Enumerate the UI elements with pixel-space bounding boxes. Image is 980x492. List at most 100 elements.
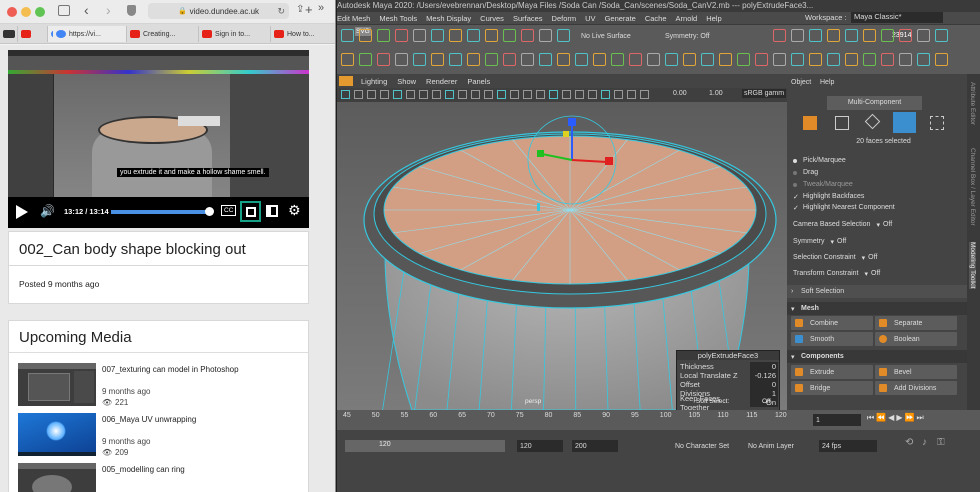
viewport-tool-icon[interactable] [497,90,506,99]
separate-button[interactable]: Separate [875,316,957,330]
shelf-tool-icon[interactable] [755,53,768,66]
menu-surfaces[interactable]: Surfaces [513,14,543,23]
shelf-tool-icon[interactable] [935,29,948,42]
viewport-tool-icon[interactable] [588,90,597,99]
share-icon[interactable]: ⇪ [296,4,304,15]
shelf-tool-icon[interactable] [773,29,786,42]
forward-icon[interactable]: › [106,2,111,18]
symmetry-option[interactable]: Symmetry ▾ Off [793,235,846,248]
anim-end-field[interactable]: 200 [572,440,618,452]
perspective-viewport[interactable]: polyExtrudeFace3 Thickness 0 Local Transl… [337,102,787,410]
new-tab-icon[interactable]: + [305,2,313,17]
shelf-tool-icon[interactable] [503,53,516,66]
anim-layer-select[interactable]: No Anim Layer [745,440,805,452]
shelf-tool-icon[interactable] [827,29,840,42]
shelf-tool-icon[interactable] [377,29,390,42]
shelf-tool-icon[interactable] [377,53,390,66]
shelf-tool-icon[interactable] [701,53,714,66]
shelf-tool-icon[interactable] [809,29,822,42]
shelf-tool-icon[interactable] [683,53,696,66]
maximize-window-button[interactable] [35,7,45,17]
shelf-tool-icon[interactable] [899,53,912,66]
shelf-tool-icon[interactable] [575,53,588,66]
shelf-tool-icon[interactable] [827,53,840,66]
viewport-tool-icon[interactable] [523,90,532,99]
shelf-tool-icon[interactable] [809,53,822,66]
bridge-button[interactable]: Bridge [791,381,873,395]
menu-show[interactable]: Show [397,77,416,86]
side-tab-channel-box[interactable]: Channel Box / Layer Editor [969,148,976,226]
shelf-tool-icon[interactable] [503,29,516,42]
play-icon[interactable] [16,205,28,219]
side-tab-attribute-editor[interactable]: Attribute Editor [969,82,976,125]
workspace-select[interactable]: Maya Classic* [851,12,943,23]
shelf-tool-icon[interactable] [629,53,642,66]
viewport-tool-icon[interactable] [354,90,363,99]
range-bar[interactable]: 120 [345,440,505,452]
viewport-tool-icon[interactable] [627,90,636,99]
pe-offset-field[interactable]: 0 [750,380,778,389]
no-live-surface-label[interactable]: No Live Surface [581,33,631,40]
command-line[interactable] [337,462,980,492]
viewport-tool-icon[interactable] [458,90,467,99]
shelf-tool-icon[interactable] [359,29,372,42]
upcoming-title[interactable]: 007_texturing can model in Photoshop [102,365,239,374]
tab-overview-icon[interactable]: » [318,2,324,14]
shelf-tool-icon[interactable] [359,53,372,66]
go-start-icon[interactable]: ⏮ [867,413,876,422]
pe-thickness-field[interactable]: 0 [750,362,778,371]
video-thumbnail[interactable] [18,363,96,406]
menu-panels[interactable]: Panels [467,77,490,86]
edge-mode-icon[interactable] [864,113,881,130]
loop-icon[interactable]: ⟲ [905,437,913,448]
viewport-tool-icon[interactable] [432,90,441,99]
shelf-tool-icon[interactable] [485,29,498,42]
tab-sign-in[interactable]: Sign in to... [199,26,271,42]
time-slider[interactable]: 45 50 55 60 65 70 75 80 85 90 95 100 105 110 115 120 1 … [337,410,980,430]
vertex-mode-icon[interactable] [835,116,849,130]
back-icon[interactable]: ‹ [84,2,89,18]
shelf-tool-icon[interactable] [719,53,732,66]
upcoming-item[interactable]: 007_texturing can model in Photoshop 9 m… [18,363,303,407]
address-bar[interactable]: 🔒 video.dundee.ac.uk ↻ [148,3,289,19]
viewport-tool-icon[interactable] [510,90,519,99]
multi-component-button[interactable]: Multi-Component [827,96,922,110]
shelf-tool-icon[interactable] [485,53,498,66]
shelf-tool-icon[interactable] [845,53,858,66]
shelf-tool-icon[interactable] [899,29,912,42]
add-divisions-button[interactable]: Add Divisions [875,381,957,395]
shelf-tool-icon[interactable] [413,29,426,42]
video-thumbnail[interactable] [18,463,96,492]
volume-icon[interactable]: 🔊 [40,204,55,218]
viewport-tool-icon[interactable] [471,90,480,99]
viewport-tool-icon[interactable] [406,90,415,99]
highlight-nearest-checkbox[interactable]: ✓ Highlight Nearest Component [793,201,895,214]
menu-deform[interactable]: Deform [552,14,577,23]
tab-wix[interactable] [0,26,18,42]
symmetry-label[interactable]: Symmetry: Off [665,33,710,40]
viewport-tool-icon[interactable] [484,90,493,99]
combine-button[interactable]: Combine [791,316,873,330]
fullscreen-icon[interactable] [240,201,261,222]
shelf-tool-icon[interactable] [557,29,570,42]
shelf-tool-icon[interactable] [467,29,480,42]
tab-how-to[interactable]: How to... [271,26,335,42]
viewport-tool-icon[interactable] [562,90,571,99]
shelf-tool-icon[interactable] [917,29,930,42]
current-frame-field[interactable]: 1 [813,414,861,426]
viewport-tool-icon[interactable] [614,90,623,99]
uv-mode-icon[interactable] [930,116,944,130]
shelf-tool-icon[interactable] [791,29,804,42]
shelf-tool-icon[interactable] [863,29,876,42]
viewport-tool-icon[interactable] [549,90,558,99]
shelf-tool-icon[interactable] [431,29,444,42]
shelf-tool-icon[interactable] [665,53,678,66]
shelf-tool-icon[interactable] [647,53,660,66]
viewport-tool-icon[interactable] [380,90,389,99]
soft-selection-section[interactable]: › Soft Selection [787,285,980,298]
panel-menu-object[interactable]: Object [791,79,811,86]
pe-translate-z-field[interactable]: -0.126 [750,371,778,380]
menu-mesh-display[interactable]: Mesh Display [426,14,471,23]
shield-icon[interactable] [127,5,136,16]
upcoming-item[interactable]: 006_Maya UV unwrapping 9 months ago 👁 20… [18,413,303,457]
